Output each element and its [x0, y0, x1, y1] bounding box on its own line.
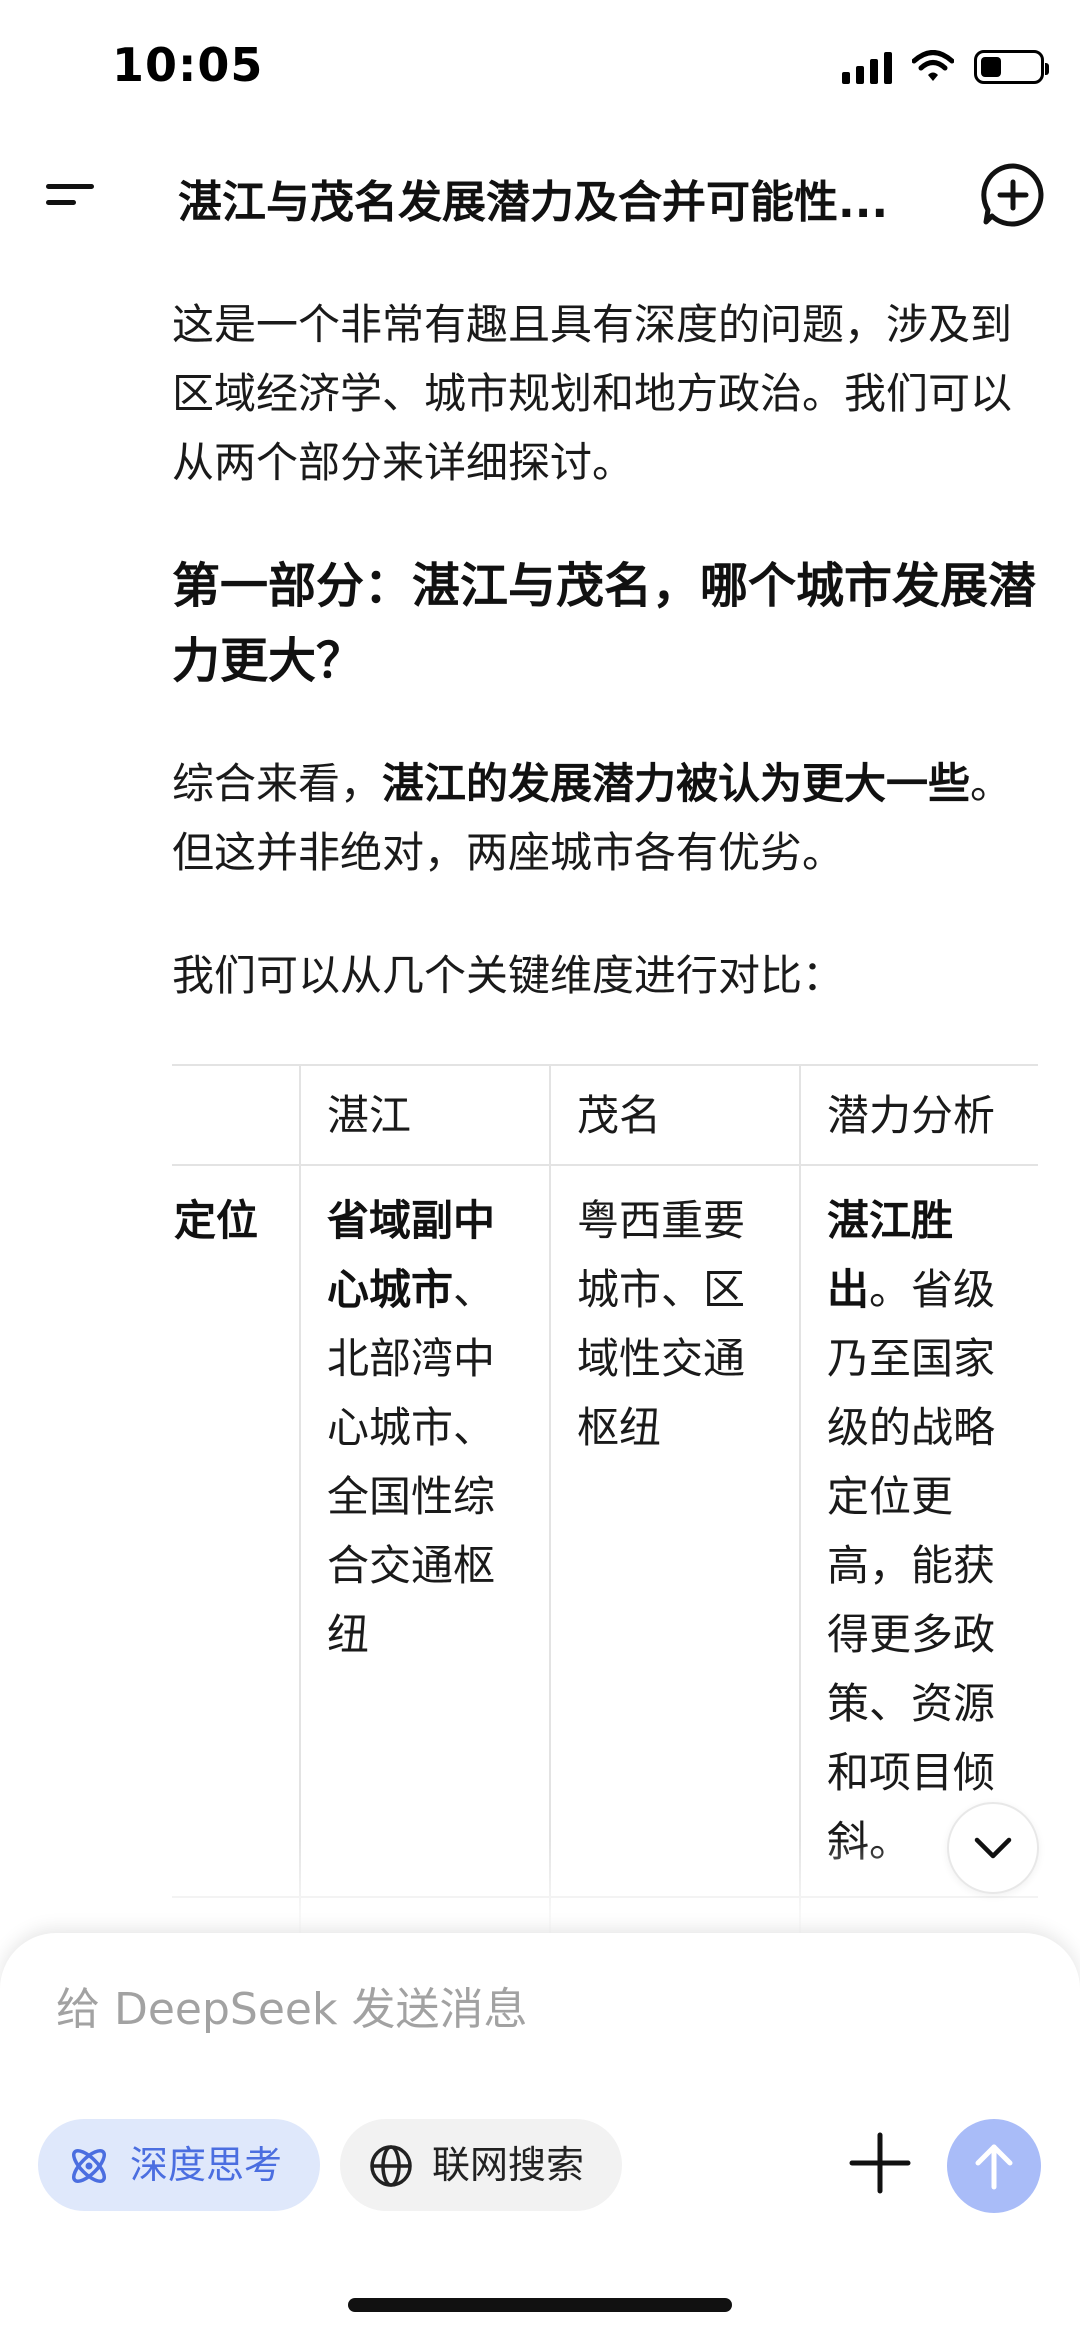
- cellular-signal-icon: [842, 50, 892, 84]
- status-icons: [842, 50, 1049, 84]
- globe-icon: [370, 2145, 412, 2187]
- table-cell: 省域副中心城市、北部湾中心城市、全国性综合交通枢纽: [299, 1164, 551, 1898]
- chat-title[interactable]: 湛江与茂名发展潜力及合并可能性...: [178, 166, 908, 230]
- wifi-icon: [912, 50, 954, 81]
- attach-plus-icon[interactable]: [842, 2125, 918, 2201]
- summary-bold: 湛江的发展潜力被认为更大一些: [382, 759, 971, 808]
- input-panel: 深度思考 联网搜索: [0, 1933, 1080, 2337]
- row-label: 定位: [172, 1164, 301, 1898]
- section-heading: 第一部分：湛江与茂名，哪个城市发展潜力更大？: [172, 558, 1037, 689]
- comparison-table: 湛江 茂名 潜力分析 定位 省域副中心城市、北部湾中心城市、全国性综合交通枢纽 …: [172, 1064, 1038, 2018]
- chat-header: 湛江与茂名发展潜力及合并可能性...: [0, 150, 1080, 240]
- table-header-cell: [172, 1064, 301, 1166]
- scroll-to-bottom-button[interactable]: [947, 1802, 1039, 1894]
- new-chat-icon[interactable]: [978, 160, 1048, 230]
- web-search-toggle[interactable]: 联网搜索: [340, 2119, 622, 2211]
- web-search-label: 联网搜索: [432, 2143, 585, 2187]
- message-input[interactable]: [56, 1969, 1016, 2049]
- send-button[interactable]: [947, 2119, 1041, 2213]
- comparison-table-wrapper[interactable]: 湛江 茂名 潜力分析 定位 省域副中心城市、北部湾中心城市、全国性综合交通枢纽 …: [172, 1064, 1038, 2018]
- atom-icon: [72, 2149, 106, 2183]
- summary-prefix: 综合来看，: [172, 759, 383, 808]
- assistant-message: 这是一个非常有趣且具有深度的问题，涉及到区域经济学、城市规划和地方政治。我们可以…: [172, 290, 1038, 2018]
- table-header-row: 湛江 茂名 潜力分析: [172, 1064, 1038, 1166]
- table-header-cell: 茂名: [549, 1064, 801, 1166]
- intro-paragraph: 这是一个非常有趣且具有深度的问题，涉及到区域经济学、城市规划和地方政治。我们可以…: [172, 300, 1013, 487]
- status-bar: 10:05: [0, 0, 1080, 130]
- table-row: 定位 省域副中心城市、北部湾中心城市、全国性综合交通枢纽 粤西重要城市、区域性交…: [172, 1164, 1038, 1898]
- battery-icon: [974, 50, 1049, 84]
- home-indicator: [348, 2298, 732, 2312]
- chevron-down-icon: [974, 1837, 1012, 1859]
- menu-icon[interactable]: [40, 170, 100, 220]
- app-screen: 10:05 湛江与茂名发展潜力及合并可能性... 这是一个非常有趣且具有深度的问…: [0, 0, 1080, 2337]
- table-cell: 粤西重要城市、区域性交通枢纽: [549, 1164, 801, 1898]
- table-header-cell: 潜力分析: [799, 1064, 1038, 1166]
- compare-intro: 我们可以从几个关键维度进行对比：: [172, 951, 845, 1000]
- arrow-up-icon: [975, 2144, 1013, 2190]
- deep-think-toggle[interactable]: 深度思考: [38, 2119, 320, 2211]
- zhanjiang-rest: 、北部湾中心城市、全国性综合交通枢纽: [327, 1265, 496, 1659]
- table-header-cell: 湛江: [299, 1064, 551, 1166]
- table-cell: 湛江胜出。省级乃至国家级的战略定位更高，能获得更多政策、资源和项目倾斜。: [799, 1164, 1038, 1898]
- summary-paragraph: 综合来看，湛江的发展潜力被认为更大一些。但这并非绝对，两座城市各有优劣。: [172, 749, 1038, 887]
- analysis-rest: 。省级乃至国家级的战略定位更高，能获得更多政策、资源和项目倾斜。: [827, 1265, 996, 1866]
- status-time: 10:05: [112, 38, 264, 92]
- deep-think-label: 深度思考: [130, 2143, 283, 2187]
